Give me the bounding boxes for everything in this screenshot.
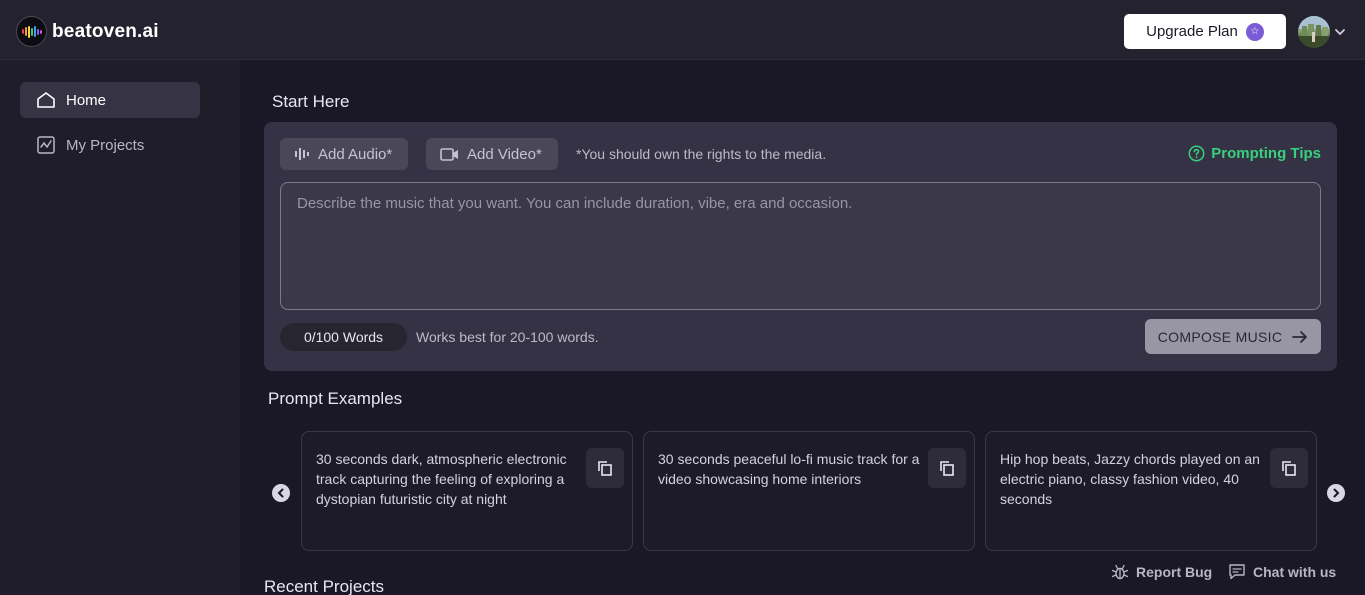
copy-prompt-button[interactable]	[928, 448, 966, 488]
compose-music-button[interactable]: COMPOSE MUSIC	[1145, 319, 1321, 354]
add-audio-button[interactable]: Add Audio*	[280, 138, 409, 170]
top-header: beatoven.ai Upgrade Plan ☆	[0, 0, 1365, 60]
chevron-left-icon	[277, 488, 284, 498]
add-video-label: Add Video*	[467, 145, 542, 163]
arrow-right-icon	[1292, 330, 1308, 343]
copy-icon	[598, 461, 612, 476]
start-here-title: Start Here	[272, 92, 350, 111]
chat-bubble-icon	[1229, 564, 1245, 580]
prompt-example-card[interactable]: 30 seconds peaceful lo-fi music track fo…	[643, 431, 975, 551]
chat-with-us-link[interactable]: Chat with us	[1228, 563, 1336, 580]
home-icon	[37, 92, 55, 108]
video-camera-icon	[440, 147, 458, 161]
sidebar-item-my-projects[interactable]: My Projects	[20, 127, 200, 163]
prompting-tips-link[interactable]: Prompting Tips	[1188, 145, 1321, 162]
compose-panel: Add Audio* Add Video* *You should own th…	[264, 122, 1337, 371]
logo-waveform-icon	[16, 16, 47, 47]
sidebar-item-label: My Projects	[66, 136, 145, 154]
recent-projects-title: Recent Projects	[264, 577, 384, 595]
prompt-example-text: Hip hop beats, Jazzy chords played on an…	[1000, 451, 1260, 507]
add-audio-label: Add Audio*	[318, 145, 393, 163]
report-bug-label: Report Bug	[1136, 564, 1213, 580]
music-prompt-input[interactable]	[280, 182, 1321, 310]
help-circle-icon	[1188, 145, 1205, 162]
prompting-tips-label: Prompting Tips	[1211, 145, 1321, 162]
copy-prompt-button[interactable]	[1270, 448, 1308, 488]
copy-prompt-button[interactable]	[586, 448, 624, 488]
prompt-example-card[interactable]: Hip hop beats, Jazzy chords played on an…	[985, 431, 1317, 551]
avatar[interactable]	[1298, 16, 1330, 48]
star-badge-icon: ☆	[1245, 22, 1264, 41]
carousel-next-button[interactable]	[1327, 484, 1345, 502]
chevron-down-icon[interactable]	[1334, 26, 1346, 38]
audio-wave-icon	[295, 148, 309, 160]
copy-icon	[940, 461, 954, 476]
chevron-right-icon	[1333, 488, 1340, 498]
sidebar-item-label: Home	[66, 91, 107, 109]
prompt-examples-title: Prompt Examples	[268, 389, 403, 408]
sidebar: Home My Projects	[0, 60, 240, 595]
logo[interactable]: beatoven.ai	[16, 16, 159, 47]
report-bug-link[interactable]: Report Bug	[1111, 563, 1212, 581]
prompt-example-text: 30 seconds peaceful lo-fi music track fo…	[658, 451, 920, 487]
prompt-example-text: 30 seconds dark, atmospheric electronic …	[316, 451, 567, 507]
chat-with-us-label: Chat with us	[1253, 563, 1337, 580]
prompt-example-card[interactable]: 30 seconds dark, atmospheric electronic …	[301, 431, 633, 551]
rights-note: *You should own the rights to the media.	[576, 146, 827, 162]
chart-box-icon	[37, 136, 55, 154]
logo-text: beatoven.ai	[52, 20, 159, 42]
copy-icon	[1282, 461, 1296, 476]
carousel-prev-button[interactable]	[272, 484, 290, 502]
upgrade-plan-label: Upgrade Plan	[1146, 23, 1238, 40]
sidebar-item-home[interactable]: Home	[20, 82, 200, 118]
bug-icon	[1111, 564, 1129, 580]
word-count-badge: 0/100 Words	[280, 323, 407, 351]
add-video-button[interactable]: Add Video*	[426, 138, 558, 170]
upgrade-plan-button[interactable]: Upgrade Plan ☆	[1124, 14, 1286, 49]
compose-music-label: COMPOSE MUSIC	[1157, 328, 1283, 345]
word-count-hint: Works best for 20-100 words.	[416, 329, 599, 345]
